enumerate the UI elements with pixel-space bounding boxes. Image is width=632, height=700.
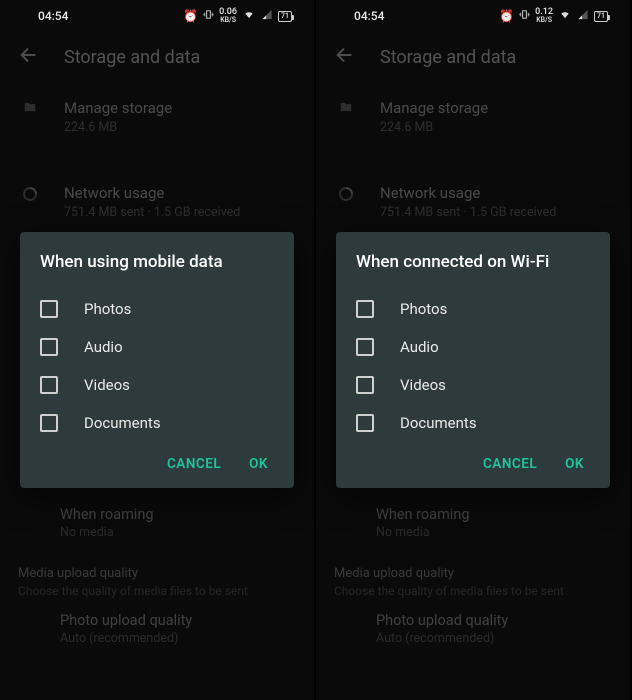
media-quality-section: Media upload quality Choose the quality … — [316, 550, 630, 602]
checkbox-audio[interactable]: Audio — [356, 328, 590, 366]
manage-storage-title: Manage storage — [380, 98, 612, 118]
photo-quality-sub: Auto (recommended) — [60, 631, 296, 646]
manage-storage-item[interactable]: Manage storage 224.6 MB — [316, 84, 630, 151]
manage-storage-sub: 224.6 MB — [64, 120, 296, 137]
checkbox-icon — [40, 338, 58, 356]
photo-quality-sub: Auto (recommended) — [376, 631, 612, 646]
checkbox-icon — [356, 414, 374, 432]
alarm-icon: ⏰ — [183, 9, 198, 23]
checkbox-icon — [356, 300, 374, 318]
manage-storage-sub: 224.6 MB — [380, 120, 612, 137]
data-usage-icon — [18, 183, 42, 203]
roaming-sub: No media — [376, 525, 612, 540]
photo-quality-item[interactable]: Photo upload quality Auto (recommended) — [0, 602, 314, 656]
data-speed: 0.12KB/S — [535, 8, 553, 24]
photo-quality-title: Photo upload quality — [60, 612, 296, 629]
media-quality-sub: Choose the quality of media files to be … — [334, 584, 612, 598]
roaming-sub: No media — [60, 525, 296, 540]
dialog-actions: CANCEL OK — [356, 442, 590, 478]
checkbox-photos[interactable]: Photos — [356, 290, 590, 328]
dialog-title: When connected on Wi-Fi — [356, 252, 590, 272]
status-right: ⏰ 0.06KB/S 71 — [183, 8, 292, 24]
data-speed: 0.06KB/S — [219, 8, 237, 24]
media-quality-section: Media upload quality Choose the quality … — [0, 550, 314, 602]
cancel-button[interactable]: CANCEL — [167, 456, 221, 472]
checkbox-photos[interactable]: Photos — [40, 290, 274, 328]
media-dialog: When connected on Wi-Fi Photos Audio Vid… — [336, 232, 610, 488]
media-quality-title: Media upload quality — [334, 566, 612, 581]
network-usage-item[interactable]: Network usage 751.4 MB sent · 1.5 GB rec… — [316, 169, 630, 236]
data-usage-icon — [334, 183, 358, 203]
ok-button[interactable]: OK — [565, 456, 584, 472]
checkbox-documents[interactable]: Documents — [356, 404, 590, 442]
checkbox-documents[interactable]: Documents — [40, 404, 274, 442]
signal-icon — [577, 9, 589, 23]
status-time: 04:54 — [354, 9, 384, 23]
wifi-icon — [558, 9, 572, 23]
ok-button[interactable]: OK — [249, 456, 268, 472]
page-title: Storage and data — [380, 47, 516, 68]
checkbox-icon — [40, 414, 58, 432]
checkbox-videos[interactable]: Videos — [356, 366, 590, 404]
checkbox-icon — [40, 376, 58, 394]
media-quality-sub: Choose the quality of media files to be … — [18, 584, 296, 598]
screen-mobile-data: 04:54 ⏰ 0.06KB/S 71 Storage and data Man… — [0, 0, 314, 700]
network-usage-sub: 751.4 MB sent · 1.5 GB received — [380, 205, 612, 222]
dialog-actions: CANCEL OK — [40, 442, 274, 478]
media-quality-title: Media upload quality — [18, 566, 296, 581]
screen-wifi: 04:54 ⏰ 0.12KB/S 71 Storage and data Man… — [316, 0, 630, 700]
roaming-title: When roaming — [60, 506, 296, 523]
cancel-button[interactable]: CANCEL — [483, 456, 537, 472]
status-bar: 04:54 ⏰ 0.12KB/S 71 — [316, 0, 630, 30]
status-bar: 04:54 ⏰ 0.06KB/S 71 — [0, 0, 314, 30]
photo-quality-item[interactable]: Photo upload quality Auto (recommended) — [316, 602, 630, 656]
checkbox-audio[interactable]: Audio — [40, 328, 274, 366]
media-dialog: When using mobile data Photos Audio Vide… — [20, 232, 294, 488]
checkbox-icon — [356, 338, 374, 356]
wifi-icon — [242, 9, 256, 23]
app-header: Storage and data — [316, 30, 630, 84]
app-header: Storage and data — [0, 30, 314, 84]
alarm-icon: ⏰ — [499, 9, 514, 23]
network-usage-title: Network usage — [380, 183, 612, 203]
status-time: 04:54 — [38, 9, 68, 23]
battery-icon: 71 — [594, 11, 608, 22]
roaming-item[interactable]: When roaming No media — [0, 496, 314, 550]
network-usage-title: Network usage — [64, 183, 296, 203]
back-icon[interactable] — [18, 44, 40, 70]
network-usage-sub: 751.4 MB sent · 1.5 GB received — [64, 205, 296, 222]
manage-storage-title: Manage storage — [64, 98, 296, 118]
folder-icon — [18, 98, 42, 114]
roaming-item[interactable]: When roaming No media — [316, 496, 630, 550]
back-icon[interactable] — [334, 44, 356, 70]
vibrate-icon — [203, 9, 214, 23]
folder-icon — [334, 98, 358, 114]
page-title: Storage and data — [64, 47, 200, 68]
checkbox-videos[interactable]: Videos — [40, 366, 274, 404]
checkbox-icon — [356, 376, 374, 394]
status-right: ⏰ 0.12KB/S 71 — [499, 8, 608, 24]
roaming-title: When roaming — [376, 506, 612, 523]
vibrate-icon — [519, 9, 530, 23]
photo-quality-title: Photo upload quality — [376, 612, 612, 629]
signal-icon — [261, 9, 273, 23]
battery-icon: 71 — [278, 11, 292, 22]
checkbox-icon — [40, 300, 58, 318]
network-usage-item[interactable]: Network usage 751.4 MB sent · 1.5 GB rec… — [0, 169, 314, 236]
dialog-title: When using mobile data — [40, 252, 274, 272]
manage-storage-item[interactable]: Manage storage 224.6 MB — [0, 84, 314, 151]
